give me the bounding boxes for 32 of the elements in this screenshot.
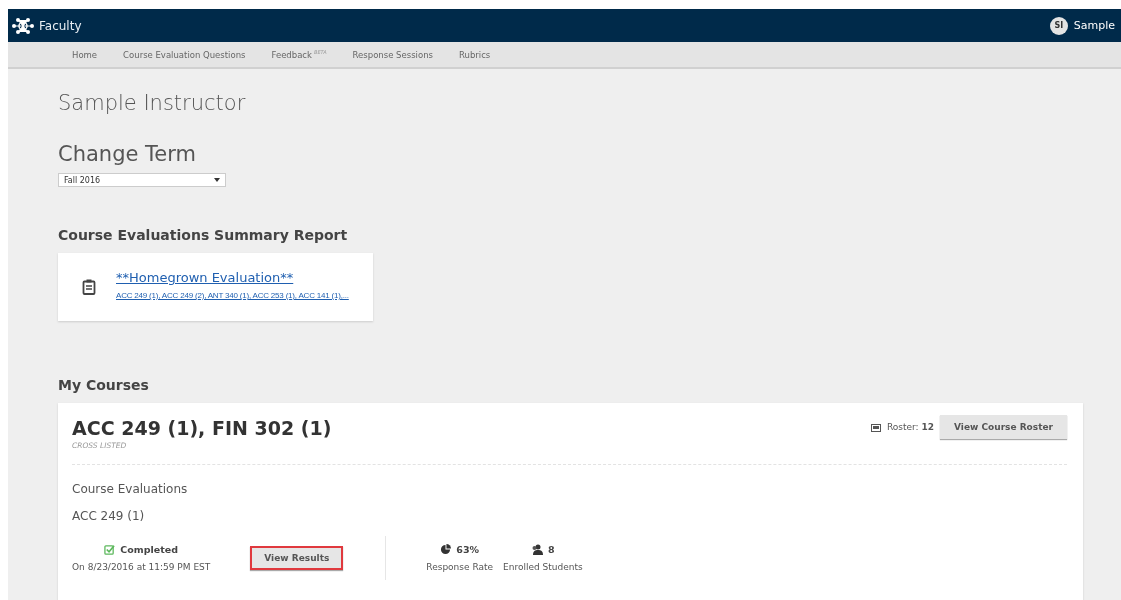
nav-link[interactable]: Rubrics bbox=[458, 49, 491, 60]
course-title: ACC 249 (1), FIN 302 (1) bbox=[72, 417, 332, 439]
user-avatar[interactable]: SI bbox=[1049, 16, 1068, 35]
nav-link[interactable]: Response Sessions bbox=[352, 49, 433, 60]
course-code: ACC 249 (1) bbox=[72, 509, 146, 523]
dropdown-caret-icon bbox=[214, 178, 220, 182]
status-label: Completed bbox=[120, 544, 178, 555]
users-icon bbox=[531, 544, 544, 555]
section-heading: Course Evaluations Summary Report bbox=[58, 227, 349, 243]
stat-label: Response Rate bbox=[426, 562, 494, 572]
roster-count: Roster: 12 bbox=[886, 422, 934, 432]
evaluation-link[interactable]: **Homegrown Evaluation** bbox=[116, 270, 349, 285]
term-select[interactable]: Fall 2016 bbox=[58, 173, 226, 187]
pie-chart-icon bbox=[440, 544, 452, 555]
due-date: On 8/23/2016 at 11:59 PM EST bbox=[72, 562, 211, 572]
enrolled-count: 8 bbox=[548, 544, 555, 555]
section-heading: My Courses bbox=[58, 377, 150, 393]
section-title: Change Term bbox=[58, 142, 197, 166]
user-name[interactable]: Sample bbox=[1073, 19, 1115, 32]
stat-label: Enrolled Students bbox=[503, 562, 583, 572]
id-card-icon bbox=[870, 422, 881, 432]
view-roster-button[interactable]: View Course Roster bbox=[940, 415, 1067, 439]
courses-link[interactable]: ACC 249 (1), ACC 249 (2), ANT 340 (1), ACC 253 (1), ACC 141 (1),... bbox=[116, 291, 349, 300]
page-title: Sample Instructor bbox=[58, 91, 247, 115]
section-heading: Course Evaluations bbox=[72, 482, 189, 496]
app-title: Faculty bbox=[39, 18, 82, 33]
view-results-button[interactable]: View Results bbox=[250, 546, 344, 570]
nav-link[interactable]: Course Evaluation Questions bbox=[123, 49, 246, 60]
network-logo-icon bbox=[12, 15, 34, 36]
response-rate: 63% bbox=[456, 544, 480, 555]
nav-link[interactable]: Home bbox=[72, 49, 98, 60]
clipboard-icon bbox=[82, 279, 96, 295]
